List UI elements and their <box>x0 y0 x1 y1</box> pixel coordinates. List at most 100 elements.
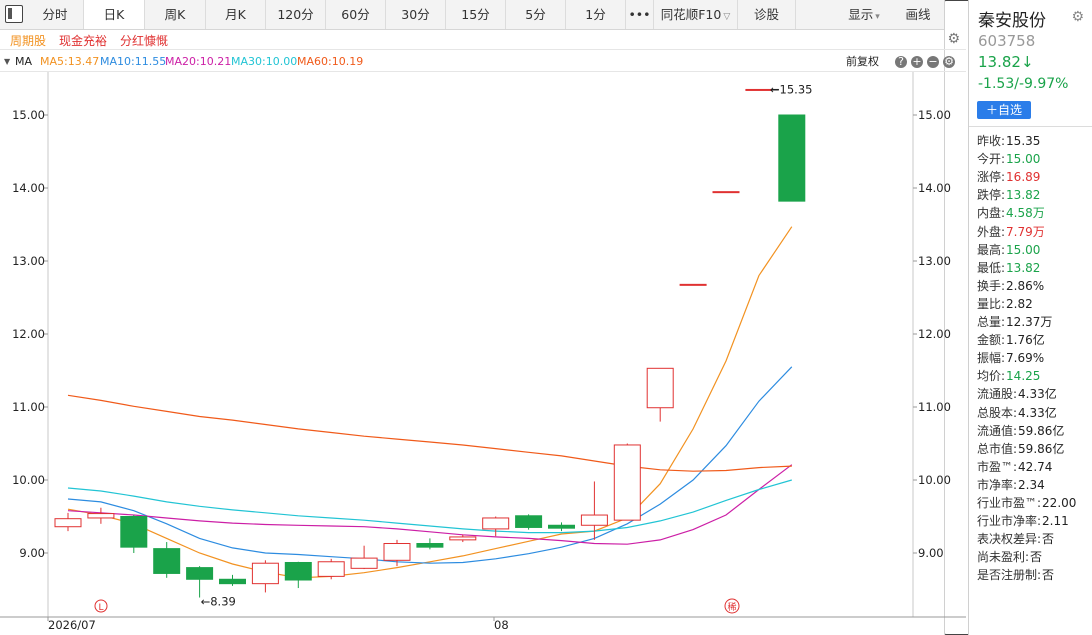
tab-f10[interactable]: 同花顺F10 ▽ <box>654 0 738 29</box>
quote-key: 总量: <box>977 315 1006 329</box>
kline-chart[interactable]: 15.00 15.00 14.00 14.00 13.00 13.00 12.00 12.00… <box>0 72 966 635</box>
settings-icon[interactable]: ⚙ <box>943 56 955 68</box>
quote-value: 42.74 <box>1018 459 1053 474</box>
high-label: ←15.35 <box>770 82 813 96</box>
tab-30min[interactable]: 30分 <box>386 0 446 29</box>
tab-1min[interactable]: 1分 <box>566 0 626 29</box>
quote-row: 金额:1.76亿 <box>977 331 1045 348</box>
quote-value: 14.25 <box>1006 369 1041 384</box>
period-tab-bar: 分时 日K 周K 月K 120分 60分 30分 15分 5分 1分 ••• 同… <box>0 0 1068 635</box>
candle-body <box>515 515 543 528</box>
tab-15min[interactable]: 15分 <box>446 0 506 29</box>
ma-label[interactable]: MA <box>15 52 32 72</box>
quote-key: 涨停: <box>977 170 1006 185</box>
quote-key: 今开: <box>977 152 1006 167</box>
quote-value: 4.33亿 <box>1018 387 1057 402</box>
quote-key: 总股本: <box>977 405 1018 420</box>
quote-row: 流通股:4.33亿 <box>977 385 1057 402</box>
y-tick-label: 9.00 <box>918 546 944 560</box>
tab-label: 诊股 <box>753 7 779 22</box>
quote-row: 外盘:7.79万 <box>977 223 1045 240</box>
tab-120min[interactable]: 120分 <box>266 0 326 29</box>
quote-value: 59.86亿 <box>1018 441 1065 456</box>
quote-key: 市盈™: <box>977 459 1018 474</box>
divider <box>969 126 1092 127</box>
quote-value: 15.00 <box>1006 242 1041 257</box>
candle-body <box>317 561 345 577</box>
candle-body <box>449 536 477 541</box>
quote-value: 13.82 <box>1006 260 1041 275</box>
tab-60min[interactable]: 60分 <box>326 0 386 29</box>
more-tabs-button[interactable]: ••• <box>626 0 654 29</box>
collapse-triangle-icon[interactable]: ▼ <box>4 52 10 72</box>
tab-5min[interactable]: 5分 <box>506 0 566 29</box>
x-tick-label: 08 <box>494 618 509 632</box>
ma-line-ma60 <box>67 394 792 472</box>
display-label: 显示 <box>848 7 874 22</box>
gear-icon[interactable]: ⚙ <box>1071 9 1084 25</box>
quote-value: 否 <box>1042 532 1055 547</box>
app-root: 分时 日K 周K 月K 120分 60分 30分 15分 5分 1分 ••• 同… <box>0 0 1092 635</box>
quote-value: 4.58万 <box>1006 206 1045 221</box>
quote-key: 内盘: <box>977 206 1006 221</box>
candle-body <box>350 557 378 569</box>
quote-key: 换手: <box>977 278 1006 293</box>
candle-body <box>613 444 641 521</box>
stock-price: 13.82↓ <box>978 53 1034 71</box>
tab-weekly-k[interactable]: 周K <box>145 0 206 29</box>
quote-key: 表决权差异: <box>977 532 1042 547</box>
quote-row: 最高:15.00 <box>977 241 1040 258</box>
tag-cash-rich[interactable]: 现金充裕 <box>59 32 107 49</box>
candle-body <box>646 367 674 409</box>
quote-value: 15.35 <box>1006 134 1041 148</box>
ma-line-ma5 <box>67 226 793 579</box>
quote-value: 否 <box>1042 568 1055 583</box>
quote-row: 市盈™:42.74 <box>977 458 1052 475</box>
candle-body <box>284 561 312 581</box>
tag-dividend[interactable]: 分红慷慨 <box>120 32 168 49</box>
zoom-out-icon[interactable]: − <box>927 56 939 68</box>
restore-right-label[interactable]: 前复权 <box>846 52 879 72</box>
low-label: ←8.39 <box>201 595 236 609</box>
quote-key: 是否注册制: <box>977 568 1042 583</box>
tab-timeshare[interactable]: 分时 <box>27 0 84 29</box>
candle-body <box>745 88 773 91</box>
add-watchlist-button[interactable]: ＋自选 <box>977 101 1031 119</box>
quote-row: 市净率:2.34 <box>977 476 1045 493</box>
quote-key: 量比: <box>977 296 1006 311</box>
quote-key: 尚未盈利: <box>977 550 1030 565</box>
quote-key: 昨收: <box>977 134 1006 148</box>
quote-value: 59.86亿 <box>1018 423 1065 438</box>
stock-change: -1.53/-9.97% <box>978 76 1069 92</box>
candle-body <box>778 114 806 202</box>
candle-body <box>482 517 510 530</box>
quote-row: 总量:12.37万 <box>977 313 1052 330</box>
quote-panel: 秦安股份 ⚙ 603758 13.82↓ -1.53/-9.97% ＋自选 昨收… <box>968 0 1092 635</box>
chevron-down-icon: ▽ <box>723 12 731 22</box>
help-icon[interactable]: ? <box>895 56 907 68</box>
y-tick-label: 10.00 <box>12 473 45 487</box>
ma-line-ma10 <box>67 366 793 564</box>
y-tick-label: 12.00 <box>12 327 45 341</box>
quote-key: 市净率: <box>977 477 1018 492</box>
tab-diagnose[interactable]: 诊股 <box>738 0 796 29</box>
candle-body <box>383 543 411 561</box>
tab-monthly-k[interactable]: 月K <box>206 0 266 29</box>
ma10-value: MA10:11.55 <box>100 55 167 68</box>
quote-value: 7.69% <box>1006 351 1045 366</box>
ma-indicator-bar: ▼ MA MA5:13.47 MA10:11.55 MA20:10.21 MA3… <box>0 52 966 72</box>
quote-value: 2.86% <box>1006 278 1045 293</box>
tab-label: 60分 <box>341 7 370 22</box>
y-tick-label: 11.00 <box>918 400 951 414</box>
tab-daily-k[interactable]: 日K <box>84 0 145 29</box>
left-panel-toggle-icon[interactable] <box>5 5 23 23</box>
display-menu-button[interactable]: 显示 ▾ <box>838 0 890 29</box>
zoom-in-icon[interactable]: + <box>911 56 923 68</box>
quote-value: 15.00 <box>1006 152 1041 167</box>
candle-body <box>251 562 279 585</box>
quote-row: 涨停:16.89 <box>977 168 1040 185</box>
gear-icon[interactable]: ⚙ <box>947 31 960 47</box>
tag-cyclical[interactable]: 周期股 <box>10 32 46 49</box>
draw-line-button[interactable]: 画线 <box>896 0 940 29</box>
stock-code: 603758 <box>978 32 1036 50</box>
